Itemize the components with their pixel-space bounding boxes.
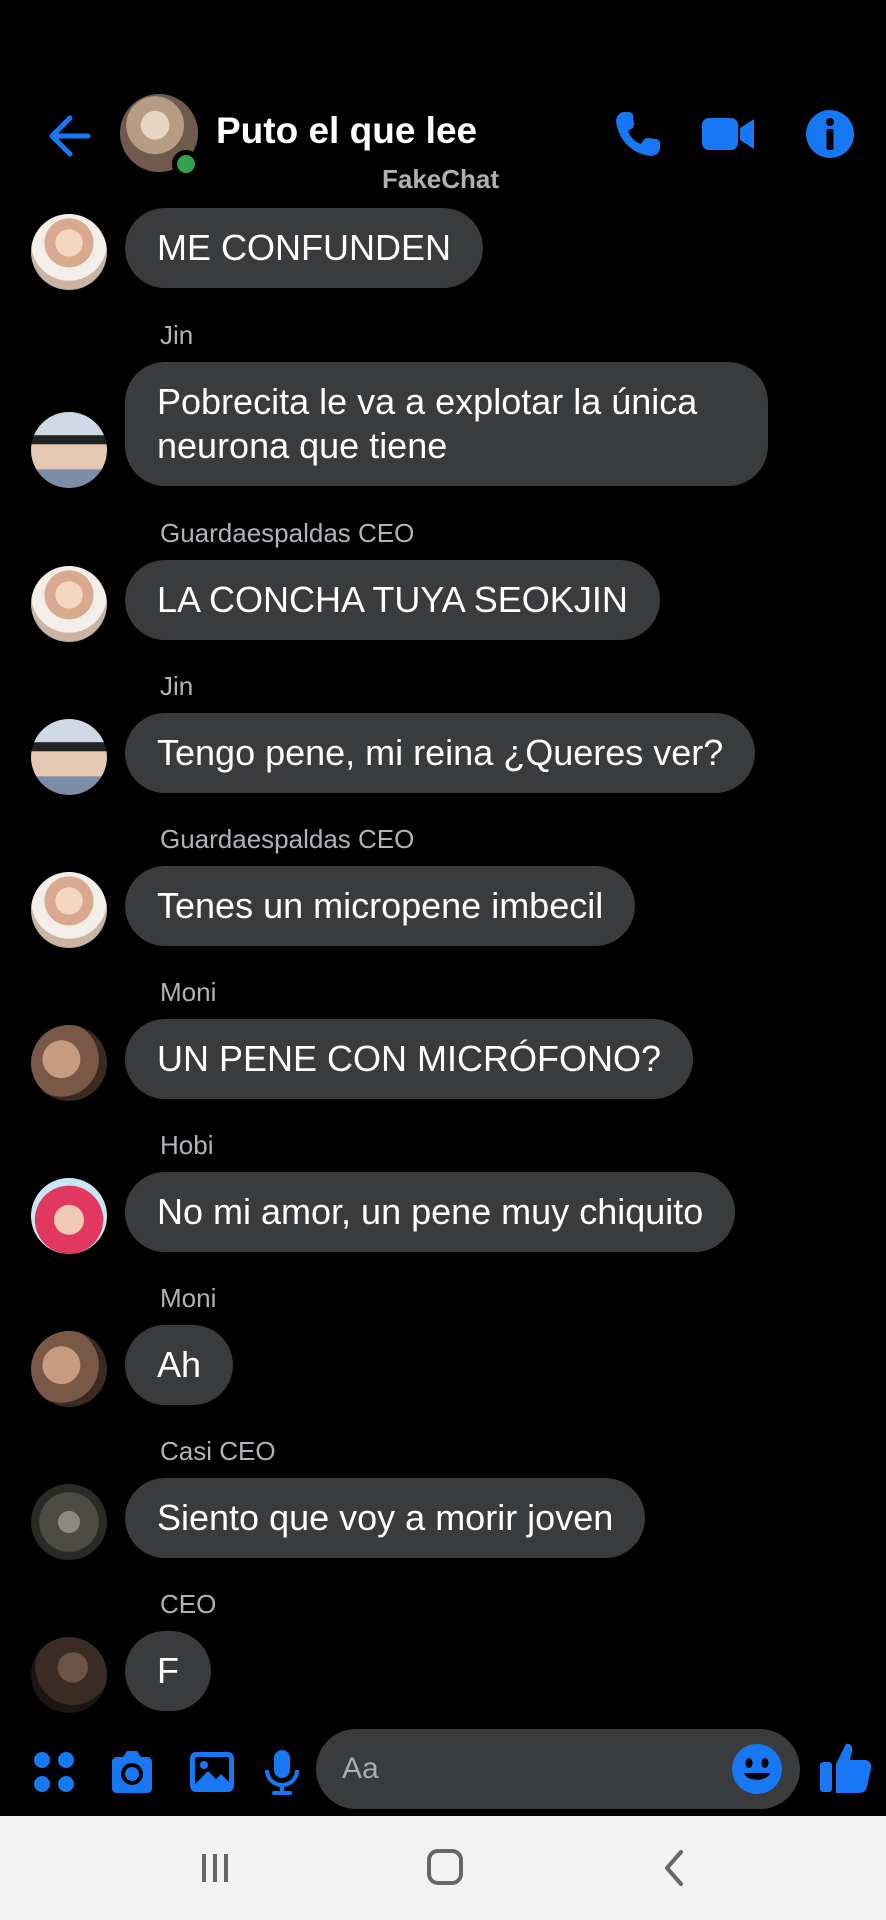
message-bubble[interactable]: ME CONFUNDEN: [125, 208, 483, 288]
online-status-dot: [172, 150, 200, 178]
avatar[interactable]: [31, 1331, 107, 1407]
sender-name: Moni: [160, 977, 217, 1007]
message-bubble[interactable]: No mi amor, un pene muy chiquito: [125, 1172, 736, 1252]
message-bubble[interactable]: Pobrecita le va a explotar la única neur…: [125, 362, 768, 486]
watermark: FakeChat: [382, 164, 500, 194]
system-navigation-bar: [0, 1816, 886, 1920]
avatar[interactable]: [31, 1178, 107, 1254]
image-icon[interactable]: [186, 1746, 238, 1798]
avatar[interactable]: [31, 566, 107, 642]
message-bubble[interactable]: Tenes un micropene imbecil: [125, 866, 636, 946]
avatar[interactable]: [31, 872, 107, 948]
messenger-chat-screen: Puto el que lee FakeChat ME CONFUNDEN Ji…: [0, 0, 886, 1920]
arrow-left-icon[interactable]: [40, 108, 96, 164]
recent-apps-icon[interactable]: [190, 1846, 240, 1890]
sender-name: Guardaespaldas CEO: [160, 518, 415, 548]
sender-name: Jin: [160, 671, 194, 701]
message-bubble[interactable]: F: [125, 1631, 211, 1711]
avatar[interactable]: [31, 412, 107, 488]
sender-name: Hobi: [160, 1130, 214, 1160]
avatar[interactable]: [31, 1637, 107, 1713]
emoji-icon[interactable]: [730, 1742, 784, 1796]
message-bubble[interactable]: Ah: [125, 1325, 234, 1405]
message-bubble[interactable]: Tengo pene, mi reina ¿Queres ver?: [125, 713, 756, 793]
chat-title[interactable]: Puto el que lee: [216, 110, 477, 152]
avatar[interactable]: [31, 1025, 107, 1101]
sender-name: Casi CEO: [160, 1436, 276, 1466]
message-bubble[interactable]: LA CONCHA TUYA SEOKJIN: [125, 560, 660, 640]
sender-name: Guardaespaldas CEO: [160, 824, 415, 854]
message-input[interactable]: [316, 1729, 800, 1809]
message-composer: [0, 1726, 886, 1816]
message-bubble[interactable]: UN PENE CON MICRÓFONO?: [125, 1019, 694, 1099]
apps-grid-icon[interactable]: [28, 1746, 80, 1798]
video-camera-icon[interactable]: [698, 104, 758, 164]
camera-icon[interactable]: [106, 1746, 158, 1798]
avatar[interactable]: [31, 719, 107, 795]
info-icon[interactable]: [800, 104, 860, 164]
back-icon[interactable]: [650, 1846, 700, 1890]
sender-name: Moni: [160, 1283, 217, 1313]
chat-header: Puto el que lee FakeChat: [0, 80, 886, 200]
microphone-icon[interactable]: [256, 1746, 308, 1798]
phone-icon[interactable]: [608, 104, 668, 164]
sender-name: CEO: [160, 1589, 217, 1619]
home-icon[interactable]: [420, 1846, 470, 1890]
thumbs-up-icon[interactable]: [816, 1738, 874, 1796]
message-bubble[interactable]: Siento que voy a morir joven: [125, 1478, 646, 1558]
avatar[interactable]: [31, 214, 107, 290]
avatar[interactable]: [31, 1484, 107, 1560]
sender-name: Jin: [160, 320, 194, 350]
